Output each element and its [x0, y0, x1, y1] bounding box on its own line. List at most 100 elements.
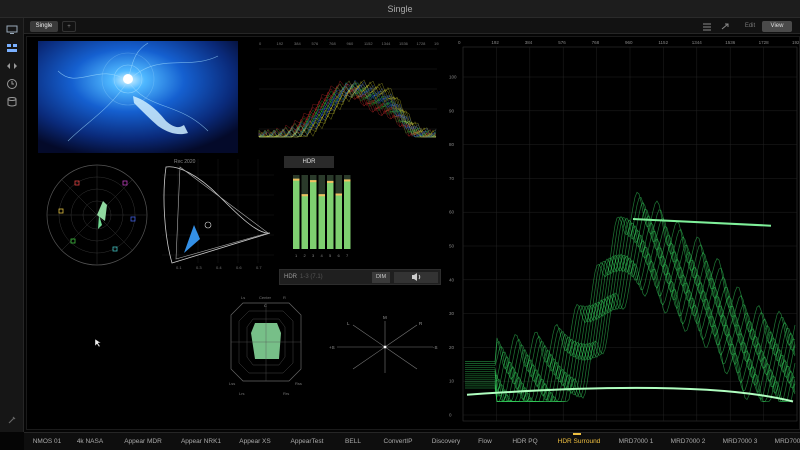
mouse-cursor-icon: [94, 338, 102, 348]
scope-canvas: 019238457676896011521344153617281920: [26, 36, 800, 430]
meter-peak: [293, 178, 300, 181]
title-bar: Single: [0, 0, 800, 18]
dim-button[interactable]: DIM: [372, 272, 390, 283]
meter-peak: [301, 194, 308, 197]
meter-channel-label: 2: [304, 253, 307, 258]
waveform-x-tick: 576: [558, 40, 566, 45]
histogram-tick-label: 1344: [382, 41, 392, 46]
hdr-button[interactable]: HDR: [284, 156, 334, 168]
meter-peak: [310, 180, 317, 183]
histogram-tick-label: 1920: [434, 41, 439, 46]
meter-peak: [335, 193, 342, 196]
svg-text:0.4: 0.4: [216, 265, 222, 270]
histogram-panel: 0 192 384 576 768 960 1152 1344 1536 1728 1920: [253, 39, 444, 141]
waveform-y-tick: 10: [449, 379, 455, 384]
meter-bar: [301, 194, 308, 249]
waveform-panel: 0192384576768960115213441536172819201009…: [447, 39, 800, 427]
waveform-x-tick: 1344: [692, 40, 703, 45]
expand-icon[interactable]: [720, 22, 730, 31]
hdr-status-value: 1-3 (7.1): [300, 274, 323, 280]
layout-icon[interactable]: [6, 42, 18, 54]
settings-icon[interactable]: [6, 414, 18, 426]
signal-icon[interactable]: [6, 60, 18, 72]
view-button[interactable]: View: [762, 21, 792, 32]
waveform-y-tick: 0: [449, 413, 452, 418]
histogram-tick-label: 1728: [417, 41, 427, 46]
history-icon[interactable]: [6, 78, 18, 90]
meter-channel-label: 7: [346, 253, 349, 258]
preset-tab[interactable]: BELL: [336, 433, 370, 450]
surround-label-r: R: [283, 295, 286, 300]
cie-label: Rec 2020: [174, 159, 196, 165]
svg-text:0.1: 0.1: [176, 265, 182, 270]
edit-button[interactable]: Edit: [739, 21, 761, 32]
svg-text:0.3: 0.3: [196, 265, 202, 270]
preset-tab[interactable]: 4k NASA: [68, 433, 112, 450]
waveform-y-tick: 100: [449, 75, 457, 80]
add-tab-button[interactable]: +: [62, 21, 76, 32]
waveform-y-tick: 80: [449, 142, 455, 147]
preset-tab[interactable]: HDR Surround: [550, 433, 608, 450]
surround-label-rss: Rss: [295, 381, 302, 386]
meter-channel-label: 6: [338, 253, 341, 258]
waveform-x-tick: 1728: [759, 40, 770, 45]
meter-peak: [318, 194, 325, 197]
histogram-trace: [259, 88, 436, 138]
waveform-x-tick: 960: [625, 40, 633, 45]
preset-tab-bar: NMOS 01 4k NASA Appear MDR Appear NRK1 Appea…: [24, 432, 800, 450]
preset-tab[interactable]: MRD7000 1: [612, 433, 660, 450]
svg-text:0.7: 0.7: [256, 265, 262, 270]
preset-tab[interactable]: AppearTest: [282, 433, 332, 450]
preset-tab[interactable]: NMOS 01: [30, 433, 64, 450]
waveform-y-tick: 70: [449, 176, 455, 181]
preset-tab[interactable]: MRD7000 3: [716, 433, 764, 450]
histogram-tick-label: 1536: [399, 41, 409, 46]
layout-tab-strip: Single + Edit View: [24, 18, 800, 34]
histogram-tick-label: 576: [312, 41, 319, 46]
storage-icon[interactable]: [6, 96, 18, 108]
preset-tab[interactable]: HDR PQ: [504, 433, 546, 450]
histogram-trace: [259, 91, 436, 138]
preset-tab[interactable]: Discovery: [426, 433, 466, 450]
phase-label-r: R: [419, 321, 423, 326]
histogram-trace: [259, 90, 436, 138]
phase-label-plus-s: +S: [329, 345, 335, 350]
histogram-tick-label: 0: [259, 41, 262, 46]
svg-text:0.6: 0.6: [236, 265, 242, 270]
meter-channel-label: 5: [329, 253, 332, 258]
hdr-status-bar: HDR 1-3 (7.1) DIM: [279, 269, 441, 285]
meter-channel-label: 3: [312, 253, 315, 258]
preset-tab[interactable]: Appear NRK1: [174, 433, 228, 450]
histogram-tick-label: 384: [294, 41, 301, 46]
meter-channel-label: 4: [321, 253, 324, 258]
cie-chart-panel: Rec 2020 0.1 0.3 0.4 0.6 0.7: [158, 155, 276, 273]
waveform-x-tick: 192: [491, 40, 499, 45]
surround-label-lrs: Lrs: [239, 391, 245, 396]
preset-tab[interactable]: Appear XS: [232, 433, 278, 450]
histogram-tick-label: 192: [277, 41, 284, 46]
preset-tab[interactable]: Flow: [470, 433, 500, 450]
waveform-x-tick: 768: [592, 40, 600, 45]
surround-panel: Ls Center R C Lss Rss Lrs Rrs: [225, 293, 307, 397]
phase-scope-panel: M L R +S -S: [329, 315, 441, 397]
waveform-x-tick: 384: [525, 40, 533, 45]
meter-bar: [327, 180, 334, 249]
meter-peak: [327, 180, 334, 183]
waveform-x-tick: 1920: [792, 40, 799, 45]
surround-label-c: C: [264, 303, 267, 308]
meter-bar: [293, 178, 300, 249]
tab-single[interactable]: Single: [30, 21, 58, 32]
meter-bar: [318, 194, 325, 249]
sliders-icon[interactable]: [702, 22, 712, 31]
preset-tab[interactable]: ConvertIP: [374, 433, 422, 450]
histogram-trace: [259, 88, 436, 138]
preset-tab[interactable]: Appear MDR: [116, 433, 170, 450]
preset-tab[interactable]: MRD7000 4: [768, 433, 800, 450]
histogram-trace: [259, 89, 436, 138]
waveform-x-tick: 1152: [658, 40, 668, 45]
surround-label-center: Center: [259, 295, 272, 300]
waveform-y-tick: 40: [449, 277, 455, 282]
speaker-button[interactable]: [394, 272, 438, 283]
preset-tab[interactable]: MRD7000 2: [664, 433, 712, 450]
monitor-icon[interactable]: [6, 24, 18, 36]
